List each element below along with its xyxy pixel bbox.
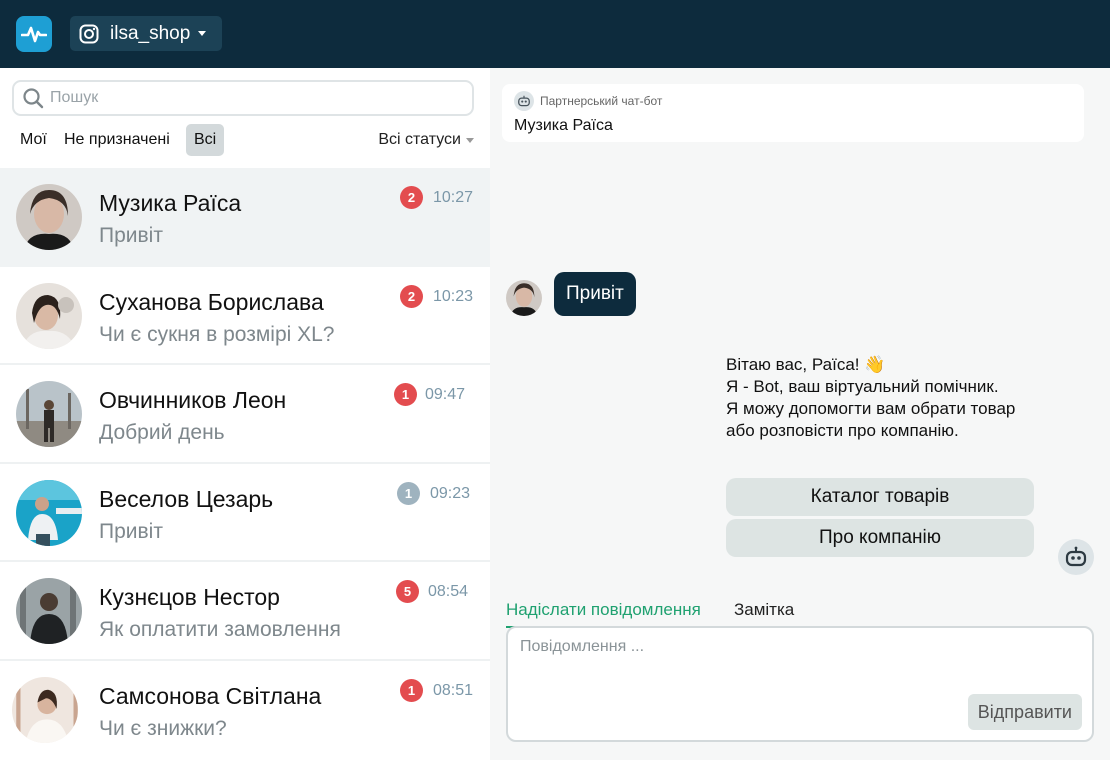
conversation-item[interactable]: Музика Раїса Привіт 2 10:27 [0, 168, 490, 267]
chevron-down-icon [198, 31, 207, 36]
conversation-time: 08:51 [433, 681, 474, 699]
tab-send-message[interactable]: Надіслати повідомлення [506, 596, 701, 628]
account-name: ilsa_shop [110, 22, 191, 44]
status-filter-label: Всі статуси [378, 131, 461, 148]
conversation-preview: Привіт [99, 519, 163, 543]
avatar [16, 479, 82, 546]
avatar [16, 282, 82, 349]
account-selector[interactable]: ilsa_shop [70, 16, 222, 51]
conversation-name: Суханова Борислава [99, 288, 324, 315]
bot-label-row: Партнерський чат-бот [514, 91, 662, 111]
conversation-item[interactable]: Самсонова Світлана Чи є знижки? 1 08:51 [0, 661, 490, 760]
filter-unassigned[interactable]: Не призначені [56, 124, 178, 156]
conversation-name: Музика Раїса [99, 190, 242, 216]
message-composer: Відправити [506, 626, 1094, 742]
conversation-time: 09:47 [425, 386, 466, 403]
conversation-name: Кузнєцов Нестор [99, 584, 280, 610]
conversation-item[interactable]: Суханова Борислава Чи є сукня в розмірі … [0, 267, 490, 365]
robot-icon [1058, 539, 1094, 575]
bot-card-name: Музика Раїса [514, 117, 613, 134]
conversation-time: 09:23 [430, 484, 471, 502]
avatar [16, 381, 82, 447]
conversation-preview: Чи є сукня в розмірі XL? [99, 322, 335, 346]
quick-reply-about-button[interactable]: Про компанію [726, 519, 1034, 557]
bot-info-card: Партнерський чат-бот Музика Раїса [502, 84, 1084, 142]
bot-card-label: Партнерський чат-бот [540, 94, 663, 108]
app-logo-icon[interactable] [16, 16, 52, 52]
composer-tabs: Надіслати повідомлення Замітка [506, 596, 1096, 628]
conversation-preview: Добрий день [99, 421, 225, 444]
filter-mine[interactable]: Мої [12, 124, 55, 156]
unread-badge: 1 [397, 481, 420, 505]
top-bar: ilsa_shop [0, 0, 1110, 68]
filter-bar: Мої Не призначені Всі Всі статуси [12, 124, 478, 156]
quick-reply-catalog-button[interactable]: Каталог товарів [726, 478, 1034, 516]
filter-all[interactable]: Всі [186, 124, 225, 156]
conversation-preview: Як оплатити замовлення [99, 618, 341, 641]
conversation-name: Овчинников Леон [99, 387, 287, 413]
avatar [506, 280, 542, 316]
avatar [16, 184, 82, 250]
conversation-name: Самсонова Світлана [99, 682, 322, 709]
avatar [12, 676, 78, 743]
chat-panel: Партнерський чат-бот Музика Раїса Привіт… [490, 68, 1110, 760]
message-input[interactable] [520, 638, 1080, 698]
search-box[interactable] [12, 80, 474, 116]
chevron-down-icon [466, 137, 474, 143]
search-input[interactable] [50, 89, 430, 107]
conversation-time: 08:54 [428, 583, 469, 600]
conversation-preview: Привіт [99, 224, 163, 247]
conversation-panel: Мої Не призначені Всі Всі статуси Музика… [0, 68, 490, 760]
send-button[interactable]: Відправити [967, 694, 1082, 730]
unread-badge: 1 [400, 678, 423, 702]
unread-badge: 2 [400, 186, 423, 209]
conversation-item[interactable]: Овчинников Леон Добрий день 1 09:47 [0, 365, 490, 464]
unread-badge: 2 [400, 284, 423, 308]
conversation-list: Музика Раїса Привіт 2 10:27 Суханова Бор… [0, 168, 490, 759]
conversation-item[interactable]: Веселов Цезарь Привіт 1 09:23 [0, 464, 490, 562]
conversation-name: Веселов Цезарь [99, 485, 274, 512]
incoming-message-bubble: Привіт [554, 272, 636, 316]
status-filter-dropdown[interactable]: Всі статуси [378, 124, 474, 156]
conversation-item[interactable]: Кузнєцов Нестор Як оплатити замовлення 5… [0, 562, 490, 661]
conversation-time: 10:27 [433, 189, 474, 206]
robot-icon [514, 91, 534, 111]
instagram-icon [79, 24, 99, 44]
avatar [16, 578, 82, 644]
unread-badge: 5 [396, 580, 419, 603]
unread-badge: 1 [394, 383, 417, 406]
bot-message-text: Вітаю вас, Раїса! 👋 Я - Bot, ваш віртуал… [726, 355, 1016, 440]
search-icon [23, 88, 44, 109]
conversation-time: 10:23 [433, 287, 474, 305]
tab-note[interactable]: Замітка [734, 596, 794, 628]
conversation-preview: Чи є знижки? [99, 716, 227, 740]
